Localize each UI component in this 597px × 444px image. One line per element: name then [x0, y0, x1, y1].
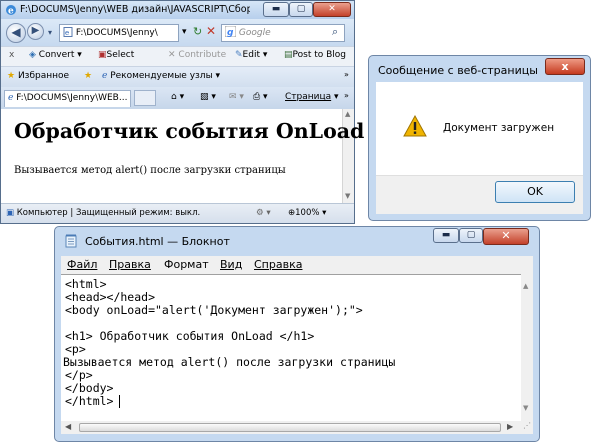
- google-icon: g: [224, 25, 237, 38]
- text-cursor: [119, 395, 120, 408]
- dialog-title: Сообщение с веб-страницы: [378, 64, 538, 77]
- feeds-icon[interactable]: ▧ ▾: [200, 92, 216, 102]
- select-icon: ▣: [98, 50, 107, 60]
- browser-title-bar[interactable]: e F:\DOCUMS\Jenny\WEB дизайн\JAVASCRIPT\…: [1, 1, 354, 19]
- address-bar-row: ◀ ▶ ▾ e F:\DOCUMS\Jenny\ ▾ ↻ ✕ g Google …: [1, 19, 354, 46]
- blog-icon: ▤: [284, 50, 293, 60]
- scroll-right-icon[interactable]: ▶: [507, 422, 513, 431]
- ie-logo-icon: e: [6, 5, 16, 17]
- toolbar: x ◈ Convert ▾ ▣Select ✕ Contribute ✎Edit…: [1, 46, 354, 67]
- close-button[interactable]: ✕: [313, 2, 351, 17]
- svg-text:e: e: [65, 29, 69, 37]
- edit-icon: ✎: [235, 50, 243, 60]
- refresh-icon[interactable]: ↻: [193, 25, 202, 38]
- new-tab-button[interactable]: [134, 90, 156, 106]
- stop-icon[interactable]: ✕: [206, 24, 216, 38]
- notepad-menu-bar: Файл Правка Формат Вид Справка: [61, 256, 533, 274]
- page-paragraph: Вызывается метод alert() после загрузки …: [14, 165, 286, 176]
- notepad-window: События.html — Блокнот ▬ ▢ ✕ Файл Правка…: [54, 226, 540, 442]
- tabs-more-icon[interactable]: »: [344, 91, 349, 100]
- mail-icon[interactable]: ✉ ▾: [229, 92, 244, 102]
- minimize-button[interactable]: ▬: [263, 2, 289, 17]
- chevron-more-icon[interactable]: »: [344, 70, 349, 79]
- home-icon[interactable]: ⌂ ▾: [171, 92, 184, 102]
- scroll-up-icon[interactable]: ▲: [523, 282, 528, 290]
- protected-mode-icon[interactable]: ⚙ ▾: [256, 208, 271, 218]
- code-line: <body onLoad="alert('Документ загружен')…: [65, 303, 363, 317]
- scroll-down-icon[interactable]: ▼: [345, 192, 350, 200]
- browser-title: F:\DOCUMS\Jenny\WEB дизайн\JAVASCRIPT\Сб…: [20, 4, 250, 15]
- menu-help[interactable]: Справка: [254, 258, 302, 271]
- post-to-blog-button[interactable]: ▤Post to Blog: [284, 50, 346, 60]
- zoom-control[interactable]: ⊕100% ▾: [288, 208, 326, 218]
- ok-button[interactable]: OK: [495, 181, 575, 203]
- search-input[interactable]: g Google: [221, 24, 345, 42]
- scroll-down-icon[interactable]: ▼: [523, 404, 528, 412]
- resize-grip-icon[interactable]: ⋰: [521, 421, 533, 434]
- page-heading: Обработчик события OnLoad: [14, 119, 365, 143]
- menu-file[interactable]: Файл: [67, 258, 97, 271]
- tab-current[interactable]: ℯ F:\DOCUMS\Jenny\WEB...: [4, 90, 131, 107]
- security-zone[interactable]: ▣ Компьютер | Защищенный режим: выкл.: [6, 208, 200, 218]
- code-line: </html>: [65, 394, 114, 408]
- address-dropdown-icon[interactable]: ▾: [182, 27, 187, 37]
- suggested-sites-link[interactable]: ℯ Рекомендуемые узлы ▾: [102, 71, 220, 81]
- star-icon: ★: [7, 71, 16, 81]
- notepad-icon: [65, 234, 77, 248]
- recent-pages-icon[interactable]: ▾: [48, 28, 52, 37]
- notepad-horizontal-scrollbar[interactable]: ◀ ▶: [61, 421, 521, 434]
- scroll-left-icon[interactable]: ◀: [65, 422, 71, 431]
- contribute-button[interactable]: ✕ Contribute: [168, 50, 226, 60]
- convert-button[interactable]: ◈ Convert ▾: [29, 50, 82, 60]
- notepad-vertical-scrollbar[interactable]: ▲ ▼: [521, 274, 533, 421]
- edit-button[interactable]: ✎Edit ▾: [235, 50, 267, 60]
- search-icon[interactable]: ⌕: [332, 25, 338, 39]
- scroll-thumb[interactable]: [79, 423, 501, 432]
- dialog-message: Документ загружен: [443, 122, 555, 134]
- ie-site-icon: ℯ: [102, 71, 108, 81]
- code-line: Вызывается метод alert() после загрузки …: [63, 355, 396, 369]
- page-icon: e: [63, 27, 73, 37]
- browser-window: e F:\DOCUMS\Jenny\WEB дизайн\JAVASCRIPT\…: [0, 0, 355, 224]
- menu-edit[interactable]: Правка: [109, 258, 151, 271]
- scroll-up-icon[interactable]: ▲: [345, 110, 350, 118]
- notepad-title: События.html — Блокнот: [85, 235, 230, 248]
- notepad-close-button[interactable]: ✕: [483, 228, 529, 245]
- forward-button[interactable]: ▶: [27, 23, 44, 40]
- ie-page-icon: ℯ: [8, 93, 14, 103]
- code-line: <h1> Обработчик события OnLoad </h1>: [65, 329, 315, 343]
- svg-text:g: g: [227, 28, 234, 37]
- svg-text:e: e: [8, 7, 14, 17]
- dialog-close-button[interactable]: x: [545, 58, 585, 75]
- notepad-text-area[interactable]: <html> <head></head> <body onLoad="alert…: [61, 274, 521, 421]
- page-menu[interactable]: Страница ▾: [285, 92, 339, 102]
- favorites-button[interactable]: ★ Избранное: [7, 71, 69, 81]
- warning-icon: [403, 115, 427, 137]
- favorites-bar: ★ Избранное ★ ℯ Рекомендуемые узлы ▾ »: [1, 67, 354, 87]
- print-icon[interactable]: ⎙ ▾: [253, 92, 268, 102]
- add-favorite-icon[interactable]: ★: [84, 71, 92, 81]
- address-input[interactable]: e F:\DOCUMS\Jenny\: [59, 24, 179, 42]
- notepad-minimize-button[interactable]: ▬: [433, 228, 459, 243]
- notepad-maximize-button[interactable]: ▢: [459, 228, 483, 243]
- status-bar: ▣ Компьютер | Защищенный режим: выкл. ⚙ …: [1, 203, 354, 223]
- maximize-button[interactable]: ▢: [289, 2, 313, 17]
- computer-icon: ▣: [6, 208, 15, 218]
- select-button[interactable]: ▣Select: [98, 50, 134, 60]
- convert-icon: ◈: [29, 50, 36, 60]
- menu-format[interactable]: Формат: [164, 258, 209, 271]
- tab-bar: ℯ F:\DOCUMS\Jenny\WEB... ⌂ ▾ ▧ ▾ ✉ ▾ ⎙ ▾…: [1, 87, 354, 109]
- back-button[interactable]: ◀: [6, 23, 26, 43]
- menu-view[interactable]: Вид: [220, 258, 242, 271]
- toolbar-close-icon[interactable]: x: [9, 50, 14, 60]
- address-value: F:\DOCUMS\Jenny\: [75, 28, 158, 38]
- search-placeholder: Google: [238, 28, 271, 38]
